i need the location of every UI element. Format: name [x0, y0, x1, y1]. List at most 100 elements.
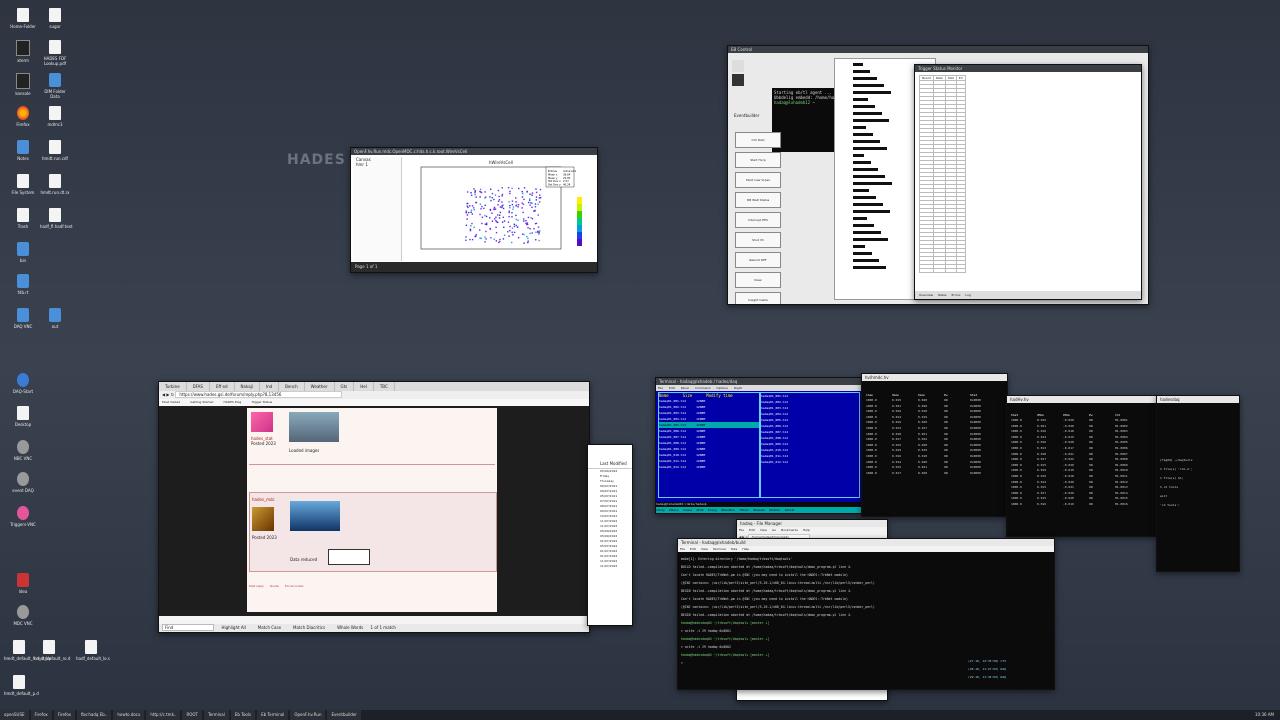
desktop-icon[interactable]: hmdt_default_p.d — [4, 675, 39, 696]
post-author[interactable]: hades_mdc — [252, 497, 275, 502]
post-image[interactable] — [289, 412, 339, 442]
footer-link[interactable]: Quote — [270, 584, 279, 588]
bookmark-item[interactable]: Getting Started — [190, 400, 213, 404]
mc-function-key[interactable]: 2Menu — [669, 508, 679, 512]
tab-errors[interactable]: Errors — [952, 293, 961, 297]
taskbar-item[interactable]: ROOT — [182, 710, 202, 720]
find-option-checkbox[interactable]: Highlight All — [221, 625, 245, 630]
status-table-title[interactable]: Trigger Status Monitor — [915, 65, 1141, 72]
desktop-icon[interactable]: Triggers-VNC — [8, 506, 38, 527]
mc-menu-item[interactable]: Right — [734, 386, 742, 390]
taskbar-item[interactable]: Eb Tools — [230, 710, 256, 720]
desktop-icon[interactable]: Home-Folder — [8, 8, 38, 29]
eb-button[interactable]: Reboot DPF — [735, 252, 781, 268]
taskbar-item[interactable]: Firefox — [53, 710, 76, 720]
mc-file-row[interactable]: hadaq01_012.hld — [761, 459, 859, 465]
eb-button[interactable]: Insight Cable — [735, 292, 781, 304]
terminal-icon[interactable] — [732, 74, 744, 86]
hv2-window-title[interactable]: hadHv.hv — [1007, 396, 1157, 403]
desktop-icon[interactable]: xterm — [8, 40, 38, 63]
mc-menu-item[interactable]: Options — [716, 386, 728, 390]
desktop-icon[interactable]: Notes — [8, 140, 38, 161]
browser-tab[interactable]: Ind — [260, 382, 280, 391]
desktop-icon[interactable]: HADES FDF Lookup.pdf — [40, 40, 70, 66]
footer-link[interactable]: Post reply — [249, 584, 264, 588]
hv-table-row[interactable]: 1000.0 0.017 0.020 ON 0x0000 — [866, 471, 1004, 477]
taskbar-item[interactable]: Eb Terminal — [257, 710, 289, 720]
terminal-menu-item[interactable]: Tabs — [731, 547, 738, 551]
file-manager-menu-item[interactable]: File — [739, 528, 744, 532]
mc-function-key[interactable]: 5Copy — [708, 508, 718, 512]
desktop-icon[interactable]: hmdt_default_h.d_stdrp — [4, 640, 51, 661]
desktop-icon[interactable]: hadf_fl.hadf.text — [40, 208, 73, 229]
root-window-title[interactable]: OpenF.hv.Run.mdc.OpenMDC.c:hits.h.c.k.ro… — [351, 148, 597, 155]
eb-button[interactable]: DB Wait Status — [735, 192, 781, 208]
browser-tab[interactable]: Turbine — [159, 382, 187, 391]
mc-function-key[interactable]: 7Mkdir — [739, 508, 749, 512]
file-manager-menu-item[interactable]: View — [760, 528, 767, 532]
bookmark-item[interactable]: HADES Elog — [223, 400, 241, 404]
mc-menu-item[interactable]: Command — [695, 386, 710, 390]
desktop-icon[interactable]: hmdt_default_ro.d — [34, 640, 70, 661]
eb-window-title[interactable]: EB Control — [728, 46, 1148, 53]
browser-tab[interactable]: Gts — [335, 382, 355, 391]
terminal-menu-item[interactable]: View — [701, 547, 708, 551]
hv-monitor-window-2[interactable]: hadHv.hv ISet VMon IMon Pw Chl 1000.0 0.015 -0.… — [1006, 395, 1158, 537]
file-manager-menu-item[interactable]: Edit — [749, 528, 755, 532]
mc-file-row[interactable]: hadaq01_012.hld 1208M — [659, 464, 759, 470]
file-manager-title[interactable]: hadaq - File Manager — [737, 520, 887, 527]
taskbar-item[interactable]: Firefox — [30, 710, 52, 720]
root-canvas-window[interactable]: OpenF.hv.Run.mdc.OpenMDC.c:hits.h.c.k.ro… — [350, 147, 598, 273]
mc-window[interactable]: Terminal - hadaq@lxhadeb / hades/daq Fil… — [655, 377, 862, 514]
eb-button[interactable]: Start new Vrpex — [735, 172, 781, 188]
mc-menu-item[interactable]: Edit — [669, 386, 675, 390]
desktop-icon[interactable]: Trash — [8, 208, 38, 229]
url-bar[interactable]: https://www.hades.gsi.de/forum/reply.php… — [175, 391, 343, 398]
desktop-icon[interactable]: DIM Folder Data — [40, 73, 70, 99]
desktop-icon[interactable]: MDC VNC — [8, 605, 38, 626]
file-manager-menu-item[interactable]: Bookmarks — [781, 528, 798, 532]
file-manager-menu-item[interactable]: Go — [772, 528, 776, 532]
mc-function-key[interactable]: 9PullDn — [769, 508, 780, 512]
desktop-icon[interactable]: NBC VNC — [8, 440, 38, 461]
footer-link[interactable]: Forum index — [285, 584, 304, 588]
status-table-window[interactable]: Trigger Status Monitor Board Rate Stat Err … — [914, 64, 1142, 300]
desktop-icon[interactable]: hmdt.run.cdf — [40, 140, 70, 161]
taskbar-item[interactable]: Terminal — [203, 710, 229, 720]
desktop-icon[interactable]: sugar — [40, 8, 70, 29]
mc-function-key[interactable]: 1Help — [656, 508, 665, 512]
desktop-icon[interactable]: DAQ VNC — [8, 308, 38, 329]
hv-monitor-window[interactable]: hv/hmdc.hv Chan Vmon Imon Pw Stat 1000.0 0.015… — [861, 373, 1008, 517]
taskbar-clock[interactable]: 10:36 AM — [1255, 710, 1274, 720]
mc-menu-item[interactable]: File — [658, 386, 663, 390]
taskbar-item[interactable]: Eventbuilder — [327, 710, 361, 720]
dates-panel[interactable]: Last Modified 05/04/2022 Friday Thursday 09… — [587, 444, 633, 626]
reload-icon[interactable]: ↻ — [171, 392, 174, 397]
desktop-icon[interactable]: fdb.rt — [8, 274, 38, 295]
hv-table-row[interactable]: 1000.0 0.016 -0.019 ON H1.0016 — [1011, 502, 1156, 508]
terminal-menu-item[interactable]: File — [680, 547, 685, 551]
mc-function-key[interactable]: 4Edit — [696, 508, 704, 512]
eb-button[interactable]: Start Hvrp — [735, 152, 781, 168]
mc-function-key[interactable]: 3View — [683, 508, 692, 512]
hv-window-title[interactable]: hv/hmdc.hv — [862, 374, 1007, 381]
taskbar-item[interactable]: http://c.tmk.. — [146, 710, 181, 720]
tab-rates[interactable]: Rates — [938, 293, 946, 297]
browser-tab[interactable]: Hel — [354, 382, 374, 391]
find-option-checkbox[interactable]: Whole Words — [337, 625, 363, 630]
desktop-icon[interactable]: Firefox — [8, 106, 38, 127]
eb-button[interactable]: Shut Vh — [735, 232, 781, 248]
browser-tab[interactable]: Nakaji — [235, 382, 260, 391]
eb-control-window[interactable]: EB Control Starting eb/tl agent ... Ubbd… — [727, 45, 1149, 305]
find-input[interactable]: Find — [162, 624, 215, 631]
tab-log[interactable]: Log — [965, 293, 970, 297]
table-row[interactable] — [919, 268, 967, 273]
desktop-icon[interactable]: bin — [8, 242, 38, 263]
desktop-icon[interactable]: mdmc3 — [40, 106, 70, 127]
wire-vs-cell-plot[interactable]: hWireVsCell Entries 4.01e+04 Mean x 38.64 Me… — [403, 157, 591, 261]
mc-right-panel[interactable]: hadaq01_001.hld hadaq01_002.hld hadaq01_00… — [760, 392, 860, 498]
eb-button[interactable]: Clear — [735, 272, 781, 288]
taskbar-item[interactable]: howto.docx — [113, 710, 145, 720]
browser-tab[interactable]: Eff ed — [210, 382, 235, 391]
mc-left-panel[interactable]: Name Size Modify time hadaq01_001.hld 1208M h… — [658, 392, 760, 498]
